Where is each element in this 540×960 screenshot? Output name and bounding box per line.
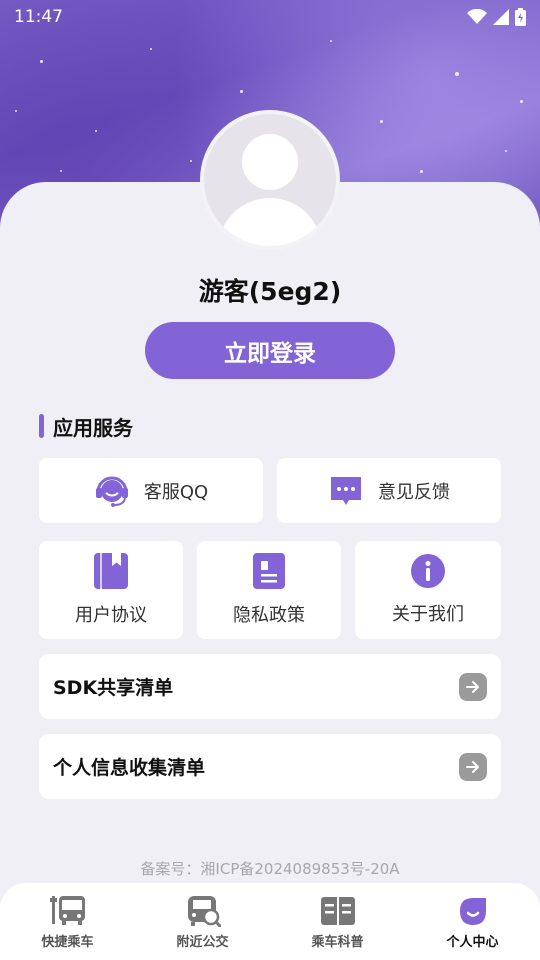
- arrow-right-icon: [459, 752, 487, 781]
- customer-service-label: 客服QQ: [143, 481, 209, 503]
- wifi-icon: [467, 9, 487, 24]
- status-time: 11:47: [14, 7, 63, 27]
- about-us-button[interactable]: 关于我们: [355, 541, 501, 639]
- open-book-icon: [320, 897, 355, 925]
- chat-bubble-icon: [331, 476, 361, 505]
- avatar[interactable]: [200, 110, 340, 250]
- tab-personal-center-label: 个人中心: [446, 935, 499, 950]
- document-icon: [253, 553, 285, 589]
- bus-icon: [49, 896, 85, 925]
- battery-icon: [515, 8, 526, 26]
- person-blob-icon: [459, 898, 486, 925]
- arrow-right-icon: [459, 672, 487, 701]
- privacy-policy-button[interactable]: 隐私政策: [197, 541, 341, 639]
- tab-ride-science[interactable]: 乘车科普: [270, 883, 405, 960]
- sdk-share-list-item[interactable]: SDK共享清单: [39, 654, 501, 719]
- icp-record: 备案号：湘ICP备2024089853号-20A: [140, 860, 400, 878]
- customer-service-icon: [95, 476, 128, 507]
- tab-personal-center[interactable]: 个人中心: [405, 883, 540, 960]
- bus-search-icon: [187, 896, 221, 927]
- about-us-label: 关于我们: [392, 604, 464, 625]
- section-title: 应用服务: [39, 412, 133, 440]
- avatar-head: [242, 134, 298, 190]
- status-icons: [467, 8, 526, 26]
- signal-icon: [493, 9, 509, 25]
- tab-quick-ride-label: 快捷乘车: [41, 935, 94, 950]
- privacy-policy-label: 隐私政策: [233, 605, 305, 626]
- avatar-body: [218, 198, 322, 246]
- login-button[interactable]: 立即登录: [145, 322, 395, 379]
- tab-nearby-bus[interactable]: 附近公交: [135, 883, 270, 960]
- feedback-button[interactable]: 意见反馈: [277, 458, 501, 523]
- bottom-tab-bar: 快捷乘车 附近公交 乘车科普 个人中心: [0, 883, 540, 960]
- username: 游客(5eg2): [198, 277, 342, 306]
- user-agreement-label: 用户协议: [75, 605, 147, 626]
- sdk-share-list-label: SDK共享清单: [53, 677, 174, 699]
- tab-ride-science-label: 乘车科普: [311, 935, 364, 950]
- status-bar: 11:47: [0, 0, 540, 34]
- personal-info-list-label: 个人信息收集清单: [53, 757, 206, 779]
- customer-service-button[interactable]: 客服QQ: [39, 458, 263, 523]
- section-title-text: 应用服务: [53, 415, 133, 440]
- tab-nearby-bus-label: 附近公交: [176, 935, 229, 950]
- personal-info-list-item[interactable]: 个人信息收集清单: [39, 734, 501, 799]
- book-icon: [94, 553, 128, 589]
- section-accent-bar: [39, 414, 44, 438]
- feedback-label: 意见反馈: [378, 481, 450, 503]
- info-icon: [411, 554, 445, 588]
- user-agreement-button[interactable]: 用户协议: [39, 541, 183, 639]
- tab-quick-ride[interactable]: 快捷乘车: [0, 883, 135, 960]
